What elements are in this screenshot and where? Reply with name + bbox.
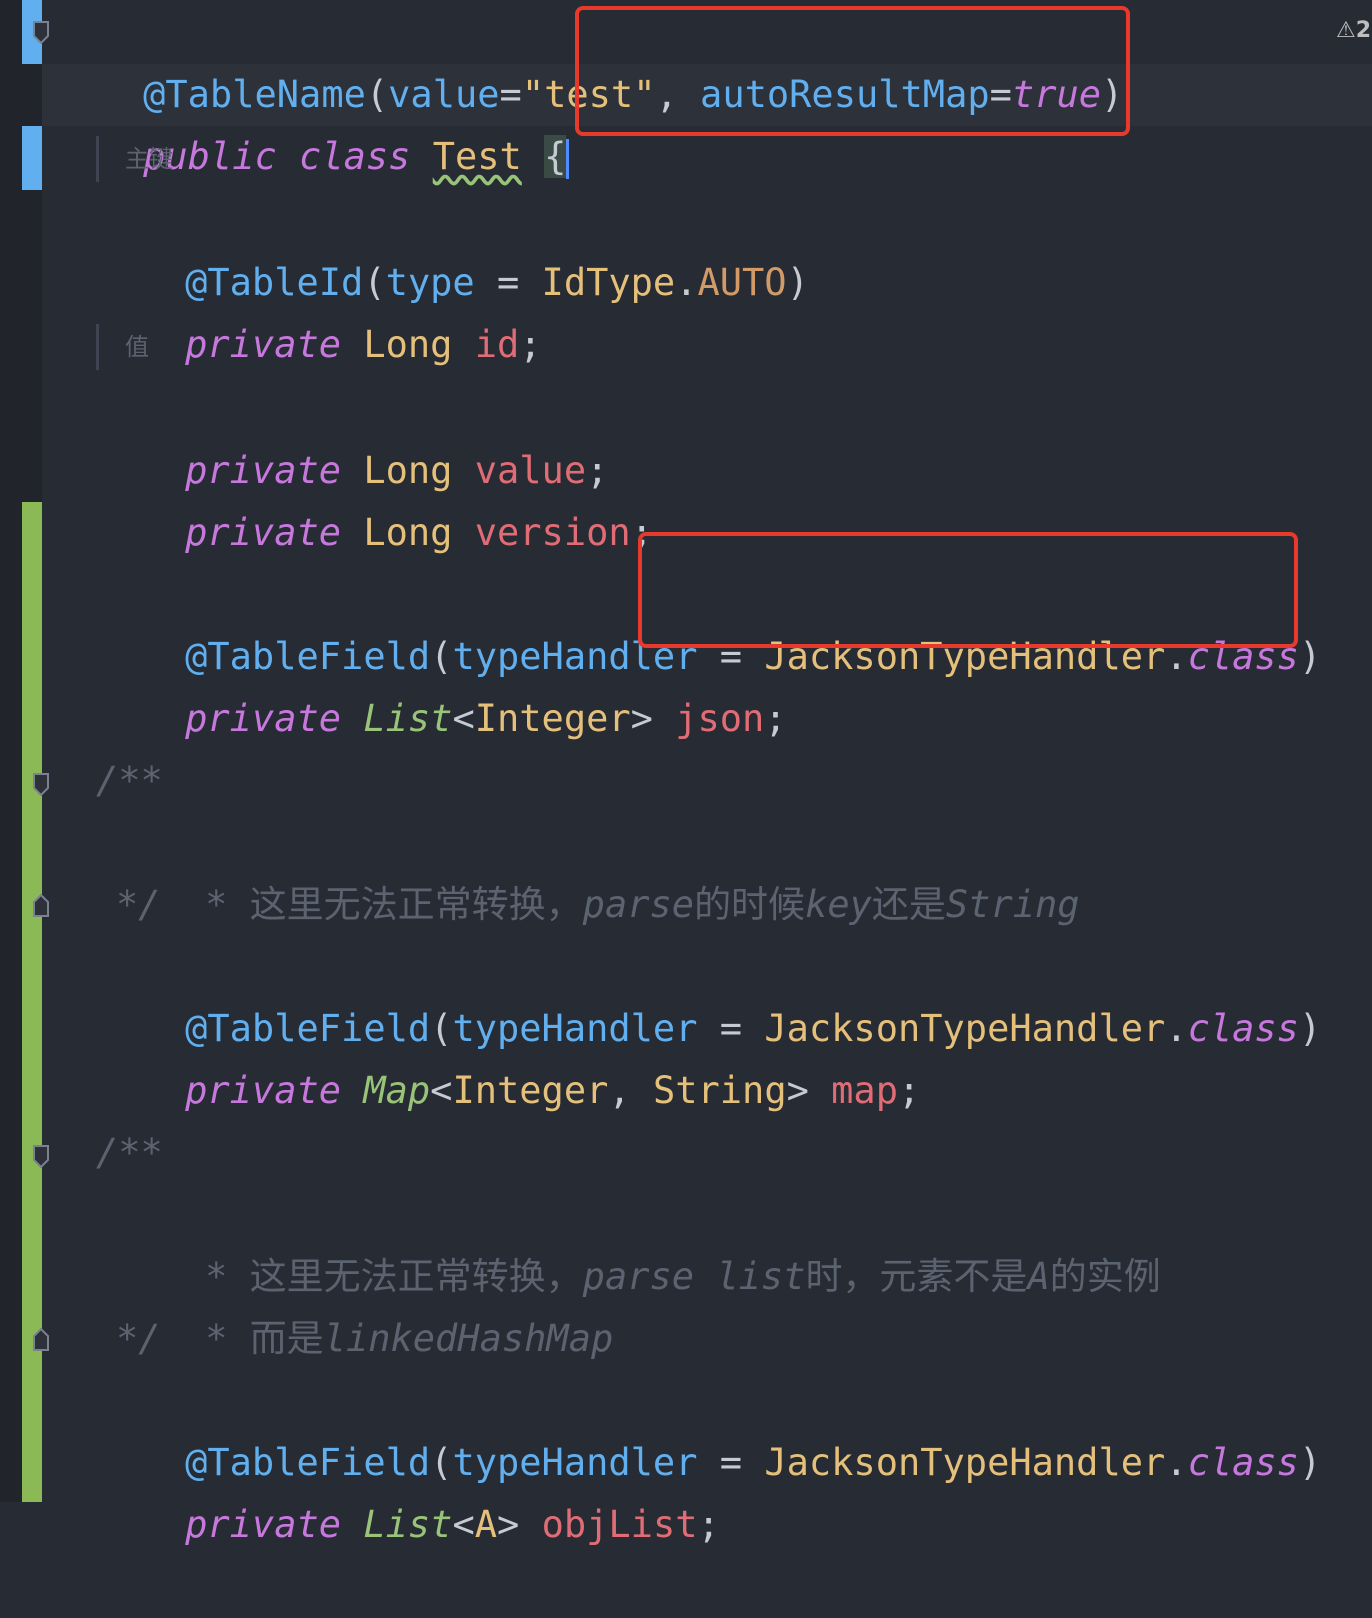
- fold-icon[interactable]: [31, 772, 51, 798]
- vcs-added-marker[interactable]: [22, 502, 42, 1502]
- vcs-modified-marker[interactable]: [22, 126, 42, 190]
- doc-comment-open[interactable]: /**: [96, 750, 163, 812]
- code-line[interactable]: @TableField(typeHandler = JacksonTypeHan…: [96, 1370, 1321, 1484]
- code-line[interactable]: private Long id;: [96, 252, 541, 366]
- doc-comment-close[interactable]: */: [116, 1308, 161, 1370]
- doc-hint: 主键: [96, 136, 173, 182]
- highlight-box: [638, 532, 1298, 648]
- code-line[interactable]: public class Test {: [54, 64, 570, 179]
- doc-comment-close[interactable]: */: [116, 874, 161, 936]
- code-line[interactable]: private Map<Integer, String> map;: [96, 998, 920, 1112]
- code-line[interactable]: private List<A> objList;: [96, 1432, 720, 1546]
- warning-triangle-icon: ⚠: [1336, 18, 1356, 43]
- doc-comment-line[interactable]: * 而是linkedHashMap: [116, 1246, 613, 1360]
- doc-hint: 值: [96, 324, 149, 370]
- warning-indicator[interactable]: ⚠2: [1336, 18, 1371, 43]
- doc-comment-line[interactable]: * 这里无法正常转换，parse list时，元素不是A的实例: [116, 1184, 1161, 1298]
- fold-icon[interactable]: [31, 1326, 51, 1352]
- text-cursor: [566, 138, 570, 179]
- matched-brace: {: [544, 135, 567, 178]
- code-line[interactable]: @TableField(typeHandler = JacksonTypeHan…: [96, 936, 1321, 1050]
- fold-icon[interactable]: [31, 20, 51, 46]
- warning-count: 2: [1355, 18, 1372, 43]
- doc-comment-open[interactable]: /**: [96, 1122, 163, 1184]
- code-editor[interactable]: ⚠2 @TableName(value="test", autoResultMa…: [0, 0, 1372, 1546]
- code-line[interactable]: private Long value;: [96, 378, 608, 492]
- fold-icon[interactable]: [31, 1144, 51, 1170]
- highlight-box: [575, 6, 1130, 136]
- doc-comment-line[interactable]: * 这里无法正常转换，parse的时候key还是String: [116, 812, 1079, 926]
- code-line[interactable]: @TableId(type = IdType.AUTO): [96, 190, 809, 304]
- code-line[interactable]: private Long version;: [96, 440, 653, 554]
- class-name: Test: [432, 135, 522, 178]
- fold-icon[interactable]: [31, 892, 51, 918]
